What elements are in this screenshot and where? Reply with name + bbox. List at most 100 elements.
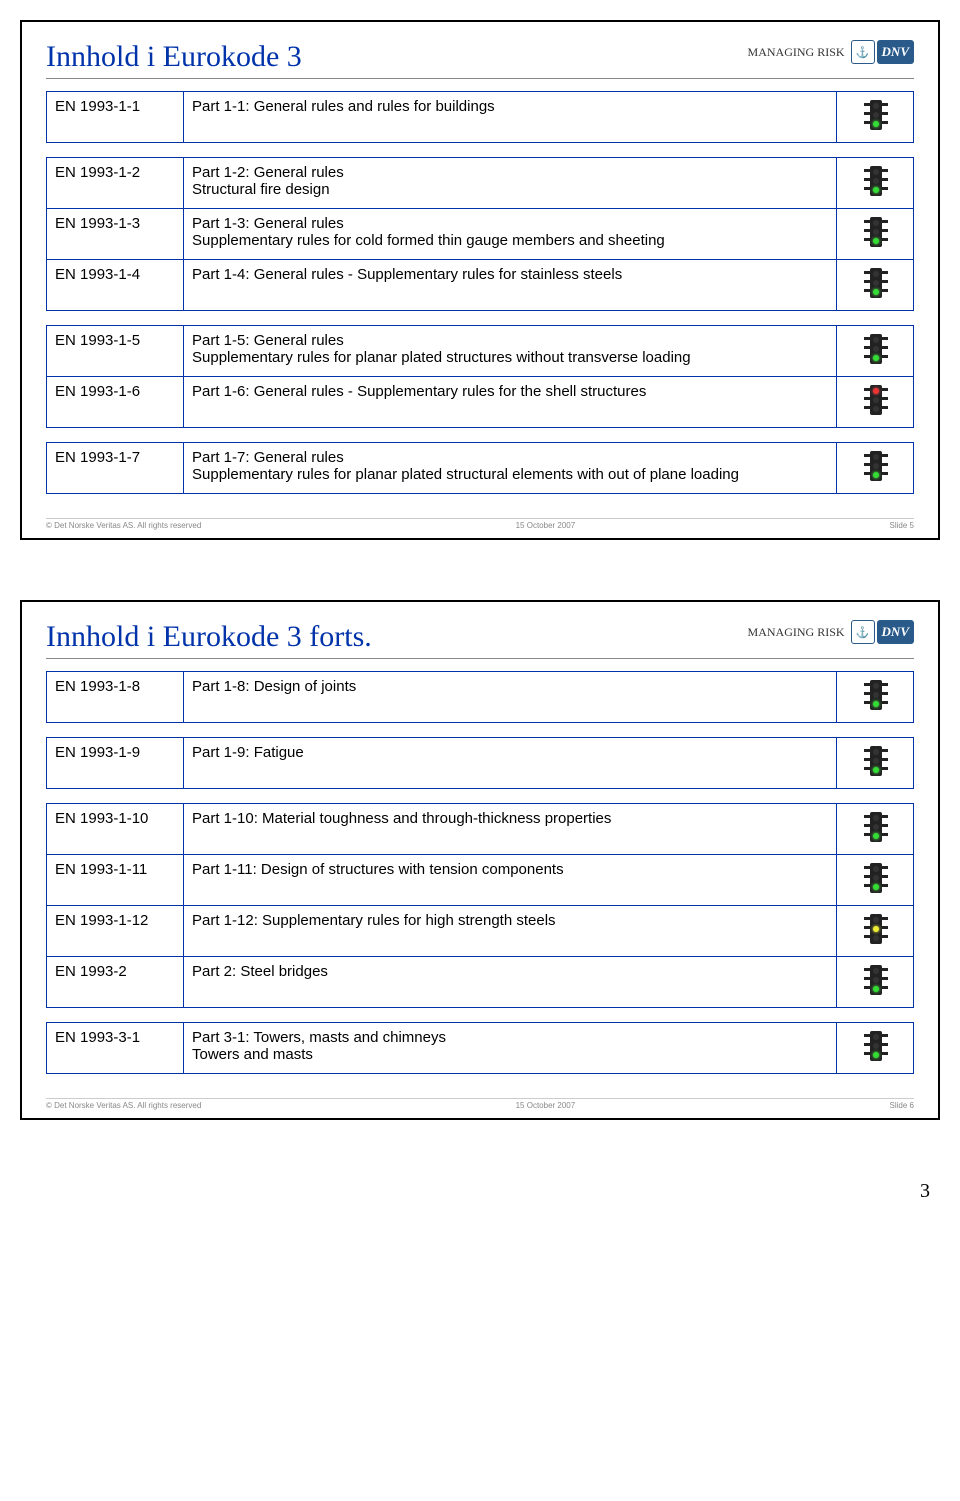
content-table: EN 1993-1-8Part 1-8: Design of joints [46,671,914,723]
standard-description: Part 1-1: General rules and rules for bu… [184,92,837,143]
standard-description: Part 1-8: Design of joints [184,672,837,723]
slide-header: Innhold i Eurokode 3 MANAGING RISK ⚓ DNV [46,40,914,74]
table-row: EN 1993-2Part 2: Steel bridges [47,957,914,1008]
traffic-light-icon [856,266,894,300]
standard-code: EN 1993-1-3 [47,209,184,260]
standard-description: Part 1-12: Supplementary rules for high … [184,906,837,957]
group-spacer [46,789,914,803]
footer-left: © Det Norske Veritas AS. All rights rese… [46,521,201,530]
traffic-light-icon [856,98,894,132]
status-cell [837,158,914,209]
standard-code: EN 1993-3-1 [47,1023,184,1074]
content-table: EN 1993-1-2Part 1-2: General rulesStruct… [46,157,914,311]
traffic-light-icon [856,164,894,198]
standard-code: EN 1993-1-5 [47,326,184,377]
group-spacer [46,723,914,737]
table-row: EN 1993-1-2Part 1-2: General rulesStruct… [47,158,914,209]
managing-risk-label: MANAGING RISK [748,625,845,640]
standard-code: EN 1993-1-12 [47,906,184,957]
status-cell [837,957,914,1008]
traffic-light-icon [856,449,894,483]
traffic-light-icon [856,810,894,844]
standard-code: EN 1993-1-4 [47,260,184,311]
table-row: EN 1993-1-5Part 1-5: General rulesSupple… [47,326,914,377]
page-number: 3 [20,1180,940,1203]
dnv-logo: ⚓ DNV [851,40,914,64]
table-row: EN 1993-1-9Part 1-9: Fatigue [47,738,914,789]
standard-code: EN 1993-1-1 [47,92,184,143]
status-cell [837,209,914,260]
status-cell [837,906,914,957]
table-row: EN 1993-1-6Part 1-6: General rules - Sup… [47,377,914,428]
slide-header: Innhold i Eurokode 3 forts. MANAGING RIS… [46,620,914,654]
standard-description: Part 1-5: General rulesSupplementary rul… [184,326,837,377]
status-cell [837,804,914,855]
content-table: EN 1993-1-1Part 1-1: General rules and r… [46,91,914,143]
traffic-light-icon [856,332,894,366]
dnv-logo: ⚓ DNV [851,620,914,644]
content-table: EN 1993-3-1Part 3-1: Towers, masts and c… [46,1022,914,1074]
standard-code: EN 1993-1-9 [47,738,184,789]
table-row: EN 1993-1-3Part 1-3: General rulesSupple… [47,209,914,260]
slide2-body: EN 1993-1-8Part 1-8: Design of jointsEN … [46,671,914,1074]
content-table: EN 1993-1-7Part 1-7: General rulesSupple… [46,442,914,494]
standard-code: EN 1993-1-8 [47,672,184,723]
group-spacer [46,311,914,325]
footer-center: 15 October 2007 [516,521,576,530]
standard-description: Part 3-1: Towers, masts and chimneysTowe… [184,1023,837,1074]
anchor-icon: ⚓ [851,620,875,644]
managing-risk-label: MANAGING RISK [748,45,845,60]
traffic-light-icon [856,215,894,249]
table-row: EN 1993-3-1Part 3-1: Towers, masts and c… [47,1023,914,1074]
status-cell [837,738,914,789]
standard-description: Part 1-9: Fatigue [184,738,837,789]
standard-description: Part 1-10: Material toughness and throug… [184,804,837,855]
traffic-light-icon [856,383,894,417]
status-cell [837,326,914,377]
traffic-light-icon [856,1029,894,1063]
title-divider [46,658,914,659]
standard-description: Part 1-4: General rules - Supplementary … [184,260,837,311]
standard-code: EN 1993-1-2 [47,158,184,209]
footer-right: Slide 6 [890,1101,914,1110]
slide-title: Innhold i Eurokode 3 [46,40,302,74]
title-divider [46,78,914,79]
footer-center: 15 October 2007 [516,1101,576,1110]
traffic-light-icon [856,678,894,712]
standard-code: EN 1993-1-10 [47,804,184,855]
table-row: EN 1993-1-10Part 1-10: Material toughnes… [47,804,914,855]
content-table: EN 1993-1-9Part 1-9: Fatigue [46,737,914,789]
standard-code: EN 1993-2 [47,957,184,1008]
standard-description: Part 1-7: General rulesSupplementary rul… [184,443,837,494]
standard-description: Part 2: Steel bridges [184,957,837,1008]
header-brand: MANAGING RISK ⚓ DNV [748,40,914,64]
slide-footer: © Det Norske Veritas AS. All rights rese… [46,518,914,530]
slide-footer: © Det Norske Veritas AS. All rights rese… [46,1098,914,1110]
dnv-text: DNV [877,620,914,644]
footer-left: © Det Norske Veritas AS. All rights rese… [46,1101,201,1110]
status-cell [837,672,914,723]
header-brand: MANAGING RISK ⚓ DNV [748,620,914,644]
content-table: EN 1993-1-5Part 1-5: General rulesSupple… [46,325,914,428]
status-cell [837,92,914,143]
slide1-body: EN 1993-1-1Part 1-1: General rules and r… [46,91,914,494]
table-row: EN 1993-1-4Part 1-4: General rules - Sup… [47,260,914,311]
status-cell [837,260,914,311]
slide-1: Innhold i Eurokode 3 MANAGING RISK ⚓ DNV… [20,20,940,540]
slide-title: Innhold i Eurokode 3 forts. [46,620,372,654]
standard-code: EN 1993-1-6 [47,377,184,428]
traffic-light-icon [856,744,894,778]
content-table: EN 1993-1-10Part 1-10: Material toughnes… [46,803,914,1008]
group-spacer [46,1008,914,1022]
traffic-light-icon [856,963,894,997]
status-cell [837,855,914,906]
standard-description: Part 1-3: General rulesSupplementary rul… [184,209,837,260]
table-row: EN 1993-1-11Part 1-11: Design of structu… [47,855,914,906]
standard-code: EN 1993-1-11 [47,855,184,906]
standard-description: Part 1-11: Design of structures with ten… [184,855,837,906]
standard-description: Part 1-6: General rules - Supplementary … [184,377,837,428]
status-cell [837,443,914,494]
traffic-light-icon [856,912,894,946]
status-cell [837,1023,914,1074]
group-spacer [46,143,914,157]
